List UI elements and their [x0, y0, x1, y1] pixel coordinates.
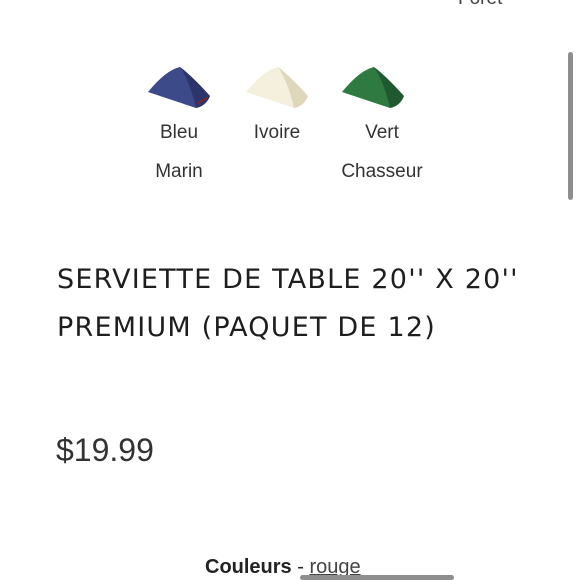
swatch-label-foret: Forêt: [458, 0, 502, 10]
swatch-ivoire[interactable]: [244, 64, 310, 110]
label-line2: Marin: [155, 161, 203, 182]
napkin-icon: [148, 67, 210, 108]
napkin-icon: [342, 67, 404, 108]
vertical-scrollbar[interactable]: [568, 52, 573, 200]
product-price: $19.99: [56, 432, 154, 468]
swatch-label-ivoire: Ivoire: [237, 113, 317, 152]
napkin-icon: [246, 67, 308, 108]
swatch-bleu-marin[interactable]: [146, 64, 212, 110]
label-line1: Ivoire: [253, 122, 301, 143]
swatch-label-bleu-marin: Bleu Marin: [139, 113, 219, 191]
colors-label: Couleurs: [205, 556, 292, 578]
product-title: SERVIETTE DE TABLE 20'' X 20'' PREMIUM (…: [57, 264, 519, 343]
label-line1: Vert: [365, 122, 399, 143]
label-line1: Bleu: [159, 122, 199, 143]
swatch-label-vert-chasseur: Vert Chasseur: [324, 113, 440, 191]
label-line2: Chasseur: [341, 161, 423, 182]
swatch-vert-chasseur[interactable]: [340, 64, 406, 110]
horizontal-scrollbar[interactable]: [300, 575, 454, 580]
